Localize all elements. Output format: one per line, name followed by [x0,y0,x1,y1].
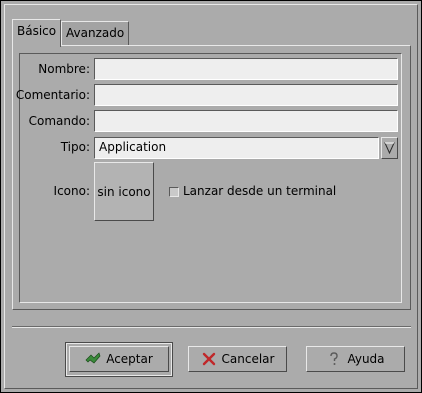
separator [12,326,411,328]
help-question-icon [330,352,339,365]
name-field[interactable] [94,58,398,80]
help-button-label: Ayuda [347,352,385,366]
help-button[interactable]: Ayuda [306,346,405,372]
terminal-checkbox[interactable] [169,187,179,197]
type-combo-button[interactable] [381,137,398,159]
tab-avanzado[interactable]: Avanzado [61,21,129,45]
cancel-button-label: Cancelar [221,352,275,366]
terminal-checkbox-label[interactable]: Lanzar desde un terminal [183,184,336,198]
cancel-button[interactable]: Cancelar [188,346,287,372]
icon-select-button-label: sin icono [97,185,151,199]
ok-button-label: Aceptar [106,352,153,366]
comment-field[interactable] [94,84,398,106]
tab-basico-label: Básico [17,24,57,38]
cancel-x-icon [202,352,215,366]
icon-label: Icono: [53,184,90,198]
icon-select-button[interactable]: sin icono [94,162,154,221]
tab-basico[interactable]: Básico [12,19,61,47]
ok-button[interactable]: Aceptar [69,346,169,372]
ok-check-icon [85,352,101,364]
type-combo[interactable]: Application [94,137,379,159]
name-label: Nombre: [38,62,90,76]
comment-label: Comentario: [15,88,90,102]
dropdown-arrow-icon [384,142,395,154]
command-label: Comando: [28,114,90,128]
command-field[interactable] [94,110,398,132]
tab-avanzado-label: Avanzado [66,26,125,40]
type-label: Tipo: [60,140,90,154]
type-combo-value: Application [99,140,167,154]
